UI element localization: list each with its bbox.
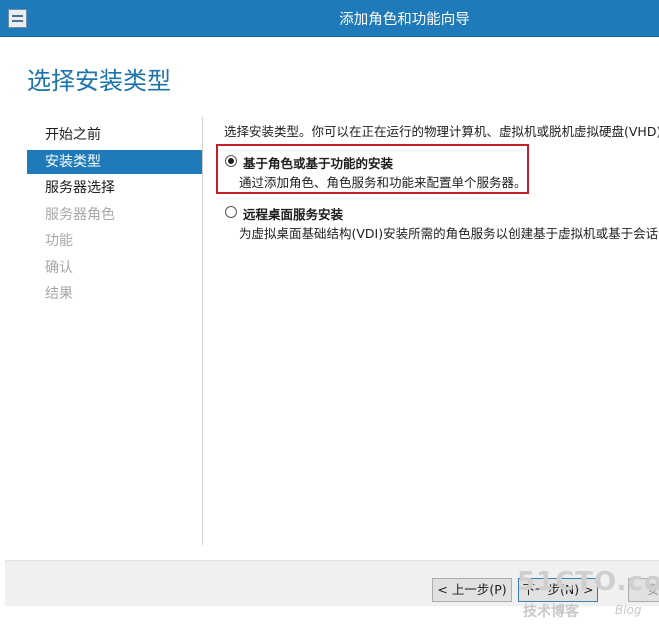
option-remote-desktop-description: 为虚拟桌面基础结构(VDI)安装所需的角色服务以创建基于虚拟机或基于会话的桌面部…	[239, 226, 659, 240]
button-bar: < 上一步(P) 下一步(N) > 安	[5, 561, 659, 606]
step-installation-type[interactable]: 安装类型	[27, 149, 203, 174]
title-bar: 添加角色和功能向导	[0, 0, 659, 37]
page-title: 选择安装类型	[27, 67, 171, 95]
step-server-selection[interactable]: 服务器选择	[27, 176, 203, 200]
option-remote-desktop[interactable]: 远程桌面服务安装 为虚拟桌面基础结构(VDI)安装所需的角色服务以创建基于虚拟机…	[225, 204, 659, 240]
install-button[interactable]: 安	[628, 578, 659, 602]
radio-role-based[interactable]	[225, 155, 237, 167]
wizard-body: 选择安装类型 开始之前 安装类型 服务器选择 服务器角色 功能 确认 结果 选择…	[5, 37, 659, 620]
installation-type-description: 选择安装类型。你可以在正在运行的物理计算机、虚拟机或脱机虚拟硬盘(VHD)上安装…	[224, 124, 659, 139]
radio-remote-desktop[interactable]	[225, 206, 237, 218]
step-server-roles: 服务器角色	[45, 206, 115, 223]
window-title: 添加角色和功能向导	[339, 12, 470, 28]
step-before-you-begin[interactable]: 开始之前	[27, 123, 203, 147]
option-remote-desktop-label[interactable]: 远程桌面服务安装	[243, 204, 343, 223]
option-role-based-description: 通过添加角色、角色服务和功能来配置单个服务器。	[239, 175, 527, 190]
previous-button[interactable]: < 上一步(P)	[432, 578, 512, 602]
next-button[interactable]: 下一步(N) >	[518, 578, 598, 602]
option-role-based[interactable]: 基于角色或基于功能的安装 通过添加角色、角色服务和功能来配置单个服务器。	[225, 153, 527, 197]
step-confirmation: 确认	[45, 259, 73, 276]
vertical-divider	[202, 117, 203, 545]
step-features: 功能	[45, 233, 73, 249]
option-role-based-label[interactable]: 基于角色或基于功能的安装	[243, 153, 393, 172]
step-list: 开始之前 安装类型 服务器选择 服务器角色 功能 确认 结果	[27, 123, 203, 309]
step-results: 结果	[45, 286, 73, 302]
